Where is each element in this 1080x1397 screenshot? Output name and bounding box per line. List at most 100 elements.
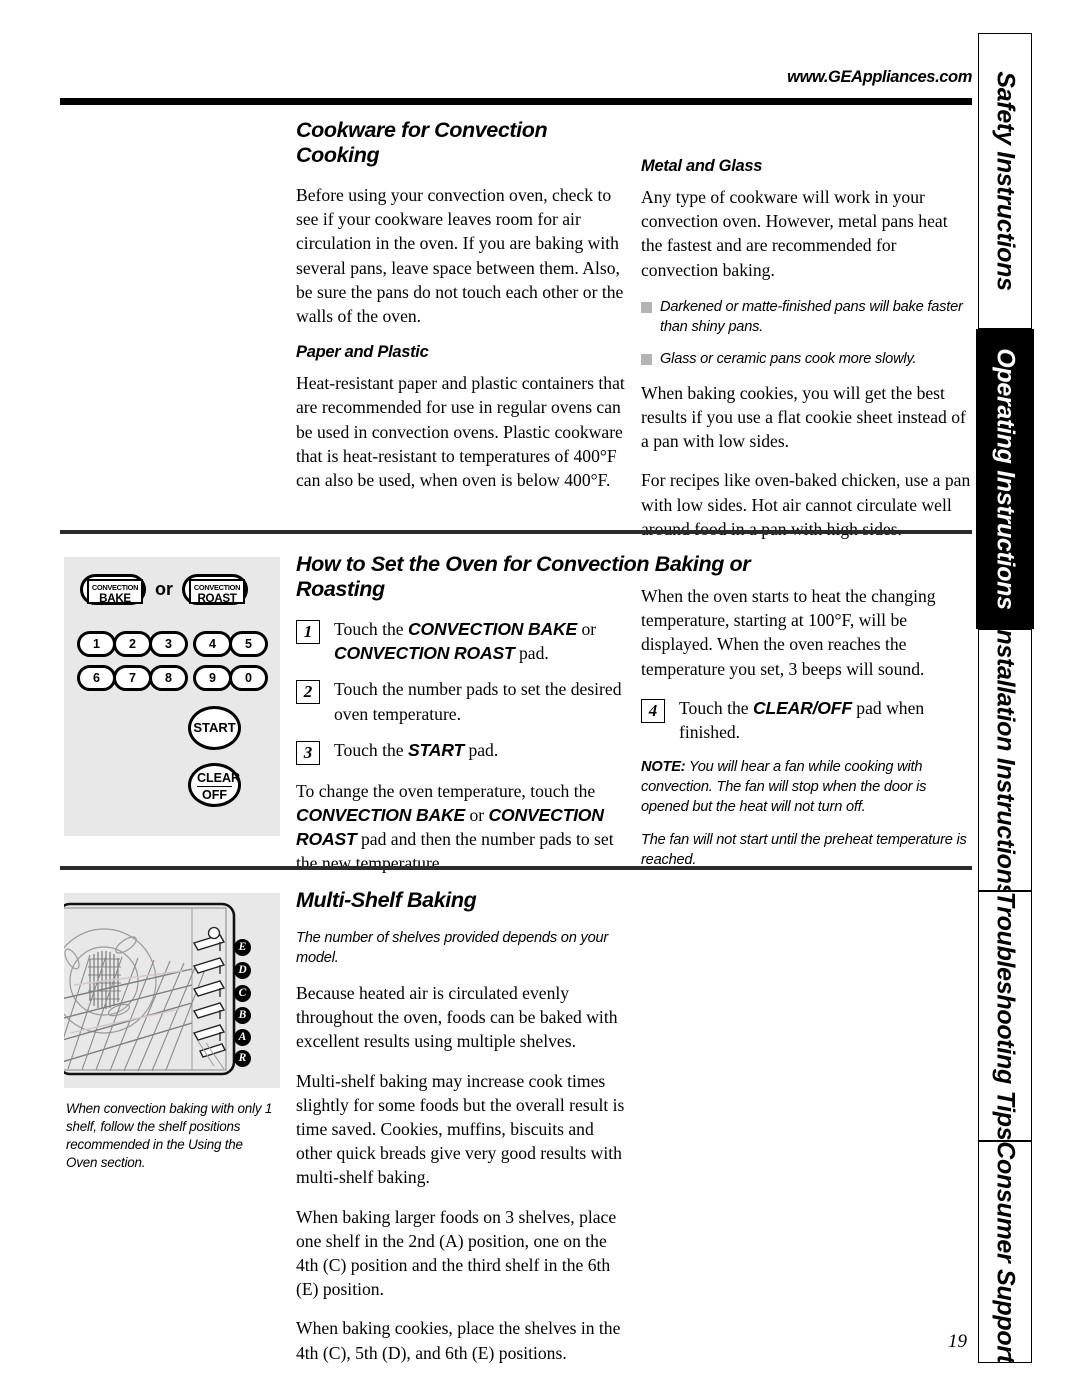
number-pad-3[interactable]: 3 bbox=[149, 631, 188, 657]
convection-roast-pad[interactable]: CONVECTION ROAST bbox=[182, 574, 248, 605]
side-tab-label: Safety Instructions bbox=[991, 71, 1020, 291]
text-run: Touch the bbox=[334, 619, 409, 639]
shelf-count-note: The number of shelves provided depends o… bbox=[296, 930, 609, 966]
paper-plastic-paragraph: Heat-resistant paper and plastic contain… bbox=[296, 373, 625, 491]
howto-right-column: When the oven starts to heat the changin… bbox=[641, 584, 971, 883]
pad-label-line1: CONVECTION bbox=[91, 583, 139, 592]
preheat-display-paragraph: When the oven starts to heat the changin… bbox=[641, 586, 936, 679]
side-tab-consumer-support[interactable]: Consumer Support bbox=[978, 1141, 1032, 1363]
text-run: To change the oven temperature, touch th… bbox=[296, 780, 596, 801]
number-pad-1[interactable]: 1 bbox=[77, 631, 116, 657]
square-bullet-icon bbox=[641, 301, 652, 313]
text-run: or bbox=[577, 619, 597, 639]
emphasized-pad-name: CONVECTION BAKE bbox=[408, 619, 578, 639]
fan-preheat-note-paragraph: The fan will not start until the preheat… bbox=[641, 832, 967, 869]
shelf-label-E: E bbox=[234, 939, 251, 956]
cookware-right-column: Metal and Glass Any type of cookware wil… bbox=[641, 157, 971, 556]
side-tab-operating-instructions[interactable]: Operating Instructions bbox=[976, 329, 1034, 629]
cookware-intro-paragraph: Before using your convection oven, check… bbox=[296, 185, 624, 327]
multishelf-paragraph-3: When baking larger foods on 3 shelves, p… bbox=[296, 1206, 617, 1300]
cookware-left-column: Cookware for Convection Cooking Before u… bbox=[296, 118, 626, 507]
step-text: Touch the CONVECTION BAKE or CONVECTION … bbox=[334, 617, 626, 665]
step-text: Touch the CLEAR/OFF pad when finished. bbox=[679, 696, 971, 744]
pad-label-line2: ROAST bbox=[197, 591, 237, 605]
howto-left-column: How to Set the Oven for Convection Bakin… bbox=[296, 552, 751, 891]
emphasized-pad-name: CONVECTION ROAST bbox=[334, 643, 515, 664]
pad-label-line2: BAKE bbox=[99, 591, 131, 605]
shelf-label-A: A bbox=[234, 1029, 251, 1046]
section-divider-rule bbox=[60, 866, 972, 870]
emphasized-pad-name: START bbox=[408, 739, 465, 760]
metal-glass-paragraph-2: When baking cookies, you will get the be… bbox=[641, 382, 966, 452]
square-bullet-icon bbox=[641, 353, 652, 365]
emphasized-pad-name: CONVECTION BAKE bbox=[296, 805, 466, 826]
shelf-label-R: R bbox=[234, 1050, 251, 1067]
side-tab-label: Consumer Support bbox=[991, 1141, 1020, 1363]
emphasized-pad-name: CLEAR/OFF bbox=[753, 697, 852, 718]
text-run: or bbox=[465, 805, 489, 826]
number-pad-6[interactable]: 6 bbox=[77, 665, 116, 691]
step-number: 1 bbox=[296, 620, 320, 644]
text-run: pad. bbox=[514, 643, 549, 664]
number-pad-5[interactable]: 5 bbox=[229, 631, 268, 657]
note-label: NOTE: bbox=[641, 759, 686, 776]
oven-interior-illustration: E D C B A R bbox=[64, 893, 280, 1088]
shelf-label-C: C bbox=[234, 985, 251, 1002]
number-pad-9[interactable]: 9 bbox=[193, 665, 232, 691]
page-number: 19 bbox=[948, 1331, 967, 1352]
text-run: Touch the number pads to set the desired… bbox=[334, 679, 622, 724]
number-pad-row-2: 6 7 8 9 0 bbox=[77, 665, 268, 691]
bullet-text: Glass or ceramic pans cook more slowly. bbox=[660, 350, 917, 367]
convection-roast-pad-face: CONVECTION ROAST bbox=[189, 579, 245, 604]
oven-illustration-caption: When convection baking with only 1 shelf… bbox=[66, 1101, 273, 1170]
side-tab-label: Operating Instructions bbox=[991, 348, 1020, 610]
convection-bake-pad[interactable]: CONVECTION BAKE bbox=[80, 574, 146, 605]
section-title-cookware: Cookware for Convection Cooking bbox=[296, 118, 548, 167]
side-tab-label: Installation Instructions bbox=[991, 629, 1020, 891]
manual-page: www.GEAppliances.com Safety Instructions… bbox=[0, 0, 1080, 1397]
clear-off-label-line2: OFF bbox=[202, 788, 227, 802]
list-item: Glass or ceramic pans cook more slowly. bbox=[641, 349, 971, 369]
shelf-label-D: D bbox=[234, 962, 251, 979]
or-separator-label: or bbox=[155, 579, 173, 599]
side-tab-installation-instructions[interactable]: Installation Instructions bbox=[978, 629, 1032, 891]
number-pad-0[interactable]: 0 bbox=[229, 665, 268, 691]
multishelf-paragraph-1: Because heated air is circulated evenly … bbox=[296, 983, 618, 1052]
start-pad[interactable]: START bbox=[188, 706, 241, 750]
pad-label-line1: CONVECTION bbox=[193, 583, 241, 592]
header-rule bbox=[60, 98, 972, 105]
subheading-metal-and-glass: Metal and Glass bbox=[641, 157, 763, 175]
bullet-text: Darkened or matte-finished pans will bak… bbox=[660, 298, 963, 335]
step-number: 4 bbox=[641, 698, 665, 723]
clear-off-label-line1: CLEAR bbox=[197, 771, 241, 787]
instruction-step: 1 Touch the CONVECTION BAKE or CONVECTIO… bbox=[296, 617, 626, 665]
section-title-multi-shelf-baking: Multi-Shelf Baking bbox=[296, 888, 477, 912]
side-tab-troubleshooting-tips[interactable]: Troubleshooting Tips bbox=[978, 891, 1032, 1141]
side-tab-safety-instructions[interactable]: Safety Instructions bbox=[978, 33, 1032, 329]
number-pad-2[interactable]: 2 bbox=[113, 631, 152, 657]
text-run: pad. bbox=[464, 739, 499, 760]
multishelf-paragraph-4: When baking cookies, place the shelves i… bbox=[296, 1318, 621, 1363]
text-run: Touch the bbox=[334, 739, 409, 760]
shelf-label-B: B bbox=[234, 1007, 251, 1024]
convection-bake-pad-face: CONVECTION BAKE bbox=[87, 579, 143, 604]
fan-note-paragraph: NOTE: You will hear a fan while cooking … bbox=[641, 757, 971, 817]
list-item: Darkened or matte-finished pans will bak… bbox=[641, 297, 971, 337]
metal-glass-paragraph: Any type of cookware will work in your c… bbox=[641, 187, 948, 280]
number-pad-7[interactable]: 7 bbox=[113, 665, 152, 691]
clear-off-pad[interactable]: CLEAR OFF bbox=[188, 763, 241, 807]
section-divider-rule bbox=[60, 530, 972, 534]
multishelf-paragraph-2: Multi-shelf baking may increase cook tim… bbox=[296, 1070, 625, 1188]
number-pad-8[interactable]: 8 bbox=[149, 665, 188, 691]
instruction-step: 4 Touch the CLEAR/OFF pad when finished. bbox=[641, 696, 971, 744]
step-text: Touch the START pad. bbox=[334, 738, 498, 765]
step-number: 3 bbox=[296, 740, 320, 765]
number-pad-4[interactable]: 4 bbox=[193, 631, 232, 657]
multishelf-column: Multi-Shelf Baking The number of shelves… bbox=[296, 888, 626, 1380]
instruction-step: 3 Touch the START pad. bbox=[296, 738, 626, 765]
number-pad-row-1: 1 2 3 4 5 bbox=[77, 631, 268, 657]
subheading-paper-and-plastic: Paper and Plastic bbox=[296, 343, 429, 362]
change-temperature-paragraph: To change the oven temperature, touch th… bbox=[296, 779, 626, 876]
section-tab-strip: Safety Instructions Operating Instructio… bbox=[976, 33, 1034, 1363]
step-text: Touch the number pads to set the desired… bbox=[334, 677, 626, 725]
